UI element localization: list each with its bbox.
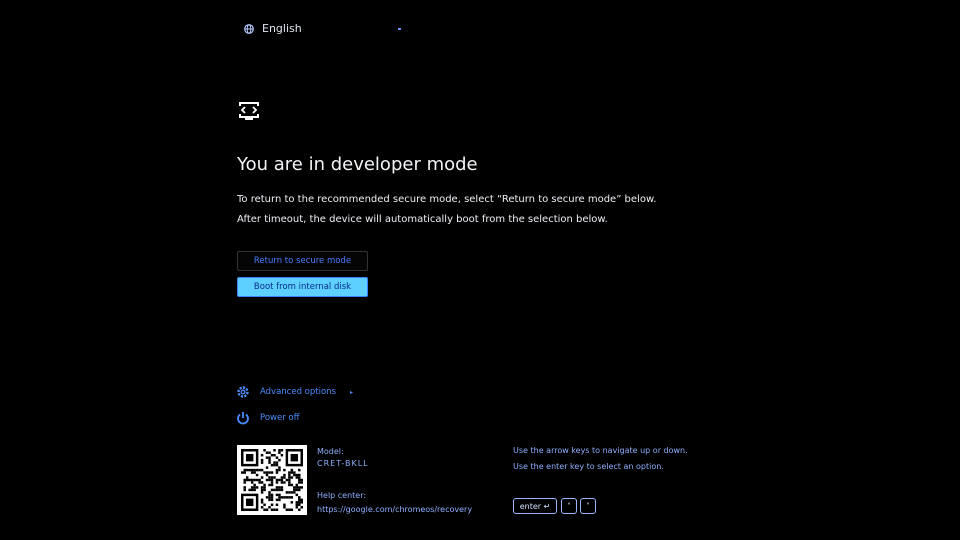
down-key-icon: ˅	[580, 498, 596, 514]
model-label: Model:	[317, 447, 344, 456]
return-to-secure-mode-button[interactable]: Return to secure mode	[237, 251, 368, 271]
power-off-button[interactable]: Power off	[236, 411, 299, 425]
language-selector[interactable]: English	[244, 22, 302, 35]
globe-icon	[244, 23, 254, 34]
page-title: You are in developer mode	[237, 154, 478, 175]
help-center-link[interactable]: https://google.com/chromeos/recovery	[317, 505, 472, 514]
language-dropdown-indicator	[398, 28, 401, 30]
power-icon	[237, 412, 249, 425]
expand-arrow-icon: ▸	[350, 388, 354, 396]
model-value: CRET-BKLL	[317, 459, 369, 468]
developer-mode-icon	[239, 102, 259, 120]
description-line-2: After timeout, the device will automatic…	[237, 214, 608, 225]
language-label: English	[262, 22, 302, 35]
advanced-options-button[interactable]: Advanced options ▸	[236, 385, 353, 399]
up-key-icon: ˄	[561, 498, 577, 514]
qr-code	[237, 445, 307, 515]
enter-hint: Use the enter key to select an option.	[513, 462, 664, 471]
enter-key-icon: enter ↵	[513, 498, 557, 514]
description-line-1: To return to the recommended secure mode…	[237, 194, 657, 205]
power-off-label: Power off	[260, 413, 300, 423]
boot-from-internal-disk-button[interactable]: Boot from internal disk	[237, 277, 368, 297]
gear-icon	[237, 386, 249, 398]
help-center-label: Help center:	[317, 491, 367, 500]
navigation-hint: Use the arrow keys to navigate up or dow…	[513, 446, 688, 455]
advanced-options-label: Advanced options	[260, 387, 336, 397]
